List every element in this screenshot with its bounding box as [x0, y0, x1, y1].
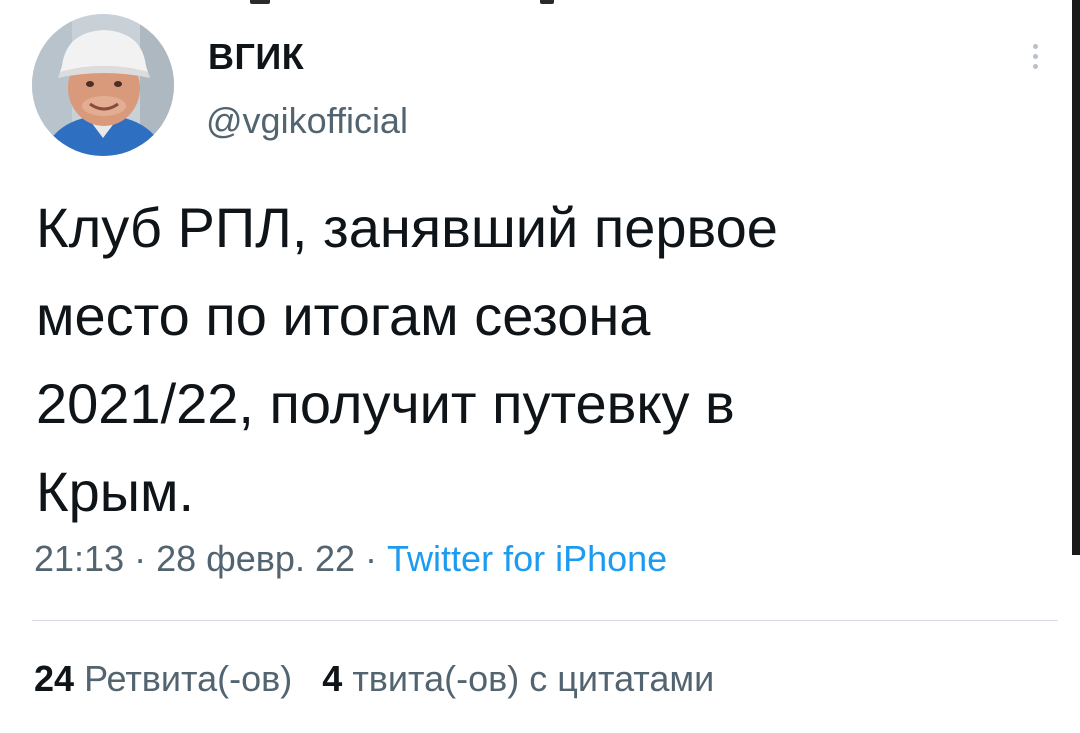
retweets-stat[interactable]: 24 Ретвита(-ов)	[34, 658, 292, 699]
quotes-count: 4	[322, 658, 343, 699]
avatar[interactable]	[32, 14, 174, 156]
tweet-text: Клуб РПЛ, занявший первое место по итога…	[36, 196, 778, 523]
more-vertical-icon[interactable]	[1020, 40, 1050, 80]
screen-edge	[1072, 0, 1080, 555]
display-name[interactable]: ВГИК	[208, 36, 304, 78]
divider	[32, 620, 1058, 621]
user-handle[interactable]: @vgikofficial	[206, 100, 408, 142]
top-edge-fragment	[0, 0, 1080, 6]
avatar-photo	[32, 14, 174, 156]
retweets-label: Ретвита(-ов)	[84, 658, 293, 699]
retweets-count: 24	[34, 658, 75, 699]
meta-separator: ·	[134, 538, 147, 579]
tweet-source-link[interactable]: Twitter for iPhone	[387, 538, 667, 579]
tweet-stats: 24 Ретвита(-ов) 4 твита(-ов) с цитатами	[34, 658, 714, 700]
meta-separator: ·	[365, 538, 378, 579]
tweet-meta: 21:13 · 28 февр. 22 · Twitter for iPhone	[34, 538, 667, 580]
tweet-time[interactable]: 21:13	[34, 538, 124, 579]
tweet-date[interactable]: 28 февр. 22	[156, 538, 355, 579]
quotes-label: твита(-ов) с цитатами	[352, 658, 715, 699]
quotes-stat[interactable]: 4 твита(-ов) с цитатами	[322, 658, 714, 699]
